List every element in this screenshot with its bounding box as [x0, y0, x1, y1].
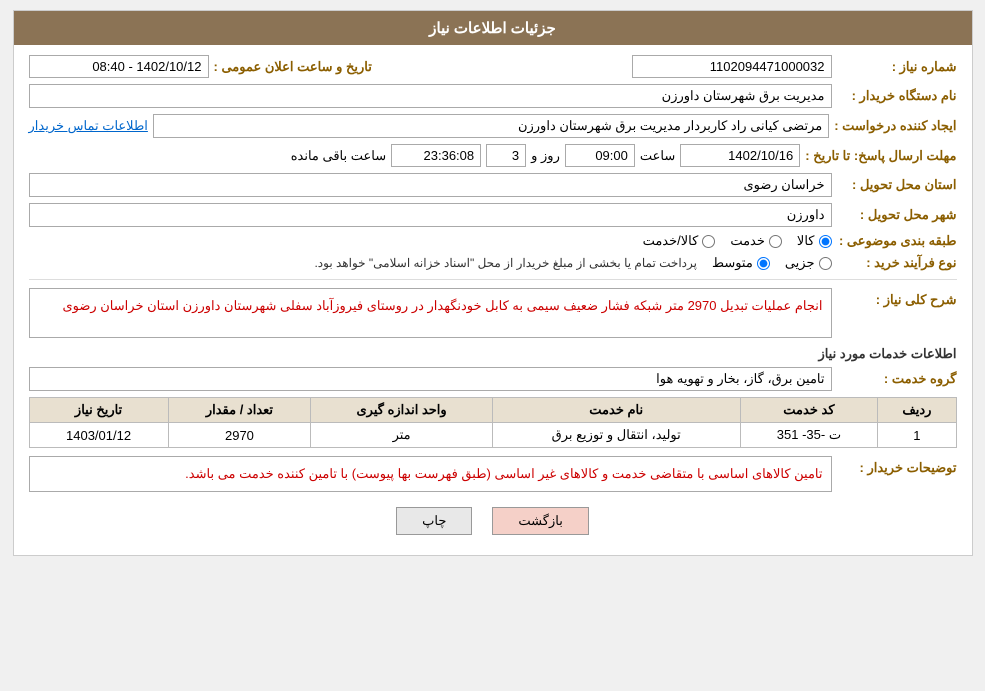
row-tazih: توضیحات خریدار : تامین کالاهای اساسی با …: [29, 456, 957, 492]
cell-radif: 1: [878, 423, 956, 448]
row-sharh: شرح کلی نیاز : انجام عملیات تبدیل 2970 م…: [29, 288, 957, 338]
bazgasht-button[interactable]: بازگشت: [492, 507, 588, 535]
col-nam: نام خدمت: [492, 398, 740, 423]
tabaqe-kala-radio[interactable]: [819, 235, 832, 248]
tabaqe-kala-label: کالا: [797, 233, 815, 249]
farayand-radio-group: جزیی متوسط: [712, 255, 832, 271]
noe-farayand-label: نوع فرآیند خرید :: [837, 255, 957, 271]
cell-kodKhadamat: ت -35- 351: [740, 423, 878, 448]
row-ostan: استان محل تحویل : خراسان رضوی: [29, 173, 957, 197]
tabaqe-khadamat-label: خدمت: [730, 233, 765, 249]
sharh-value: انجام عملیات تبدیل 2970 متر شبکه فشار ضع…: [29, 288, 832, 338]
motevaset-item: متوسط: [712, 255, 770, 271]
tabaqe-kala-item: کالا: [797, 233, 832, 249]
col-tedad: تعداد / مقدار: [168, 398, 311, 423]
row-noe-farayand: نوع فرآیند خرید : جزیی متوسط پرداخت تمام…: [29, 255, 957, 271]
tabaqe-kala-khadamat-radio[interactable]: [702, 235, 715, 248]
cell-tedadMeghdar: 2970: [168, 423, 311, 448]
motevaset-label: متوسط: [712, 255, 753, 271]
shomare-niaz-label: شماره نیاز :: [837, 59, 957, 75]
tabaqe-khadamat-item: خدمت: [730, 233, 782, 249]
khadamat-section-title: اطلاعات خدمات مورد نیاز: [29, 346, 957, 362]
farayand-notice: پرداخت تمام یا بخشی از مبلغ خریدار از مح…: [314, 256, 697, 270]
cell-tarikhNiaz: 1403/01/12: [29, 423, 168, 448]
services-table: ردیف کد خدمت نام خدمت واحد اندازه گیری ت…: [29, 397, 957, 448]
chap-button[interactable]: چاپ: [396, 507, 472, 535]
table-row: 1ت -35- 351تولید، انتقال و توزیع برقمتر2…: [29, 423, 956, 448]
cell-namKhadamat: تولید، انتقال و توزیع برق: [492, 423, 740, 448]
saat-label: ساعت: [640, 148, 675, 164]
nam-dastgah-label: نام دستگاه خریدار :: [837, 88, 957, 104]
col-kod: کد خدمت: [740, 398, 878, 423]
goroh-label: گروه خدمت :: [837, 371, 957, 387]
row-goroh: گروه خدمت : تامین برق، گاز، بخار و تهویه…: [29, 367, 957, 391]
jazee-label: جزیی: [785, 255, 815, 271]
tazih-value: تامین کالاهای اساسی با متقاضی خدمت و کال…: [29, 456, 832, 492]
row-shahr: شهر محل تحویل : داورزن: [29, 203, 957, 227]
row-ijad-konande: ایجاد کننده درخواست : مرتضی کیانی راد کا…: [29, 114, 957, 138]
tabaqe-label: طبقه بندی موضوعی :: [837, 233, 957, 249]
mohlat-label: مهلت ارسال پاسخ: تا تاریخ :: [805, 148, 956, 164]
col-radif: ردیف: [878, 398, 956, 423]
etelaaat-tamas-link[interactable]: اطلاعات تماس خریدار: [29, 118, 148, 134]
saat-baghimande-label: ساعت باقی مانده: [291, 148, 386, 164]
saat-value: 09:00: [565, 144, 635, 167]
tabaqe-radio-group: کالا خدمت کالا/خدمت: [643, 233, 832, 249]
row-mohlat: مهلت ارسال پاسخ: تا تاریخ : 1402/10/16 س…: [29, 144, 957, 167]
ijad-konande-value: مرتضی کیانی راد کاربردار مدیریت برق شهرس…: [153, 114, 829, 138]
page-title: جزئیات اطلاعات نیاز: [429, 20, 556, 37]
row-shomare-tarikh: شماره نیاز : 1102094471000032 تاریخ و سا…: [29, 55, 957, 78]
ijad-konande-label: ایجاد کننده درخواست :: [834, 118, 956, 134]
tabaqe-kala-khadamat-label: کالا/خدمت: [643, 233, 699, 249]
tabaqe-kala-khadamat-item: کالا/خدمت: [643, 233, 716, 249]
baghimande-value: 23:36:08: [391, 144, 481, 167]
row-nam-dastgah: نام دستگاه خریدار : مدیریت برق شهرستان د…: [29, 84, 957, 108]
jazee-item: جزیی: [785, 255, 832, 271]
cell-vahadAndaze: متر: [311, 423, 493, 448]
tabaqe-khadamat-radio[interactable]: [769, 235, 782, 248]
row-tabaqe: طبقه بندی موضوعی : کالا خدمت کالا/خدمت: [29, 233, 957, 249]
tarikh-elan-value: 1402/10/12 - 08:40: [29, 55, 209, 78]
page-header: جزئیات اطلاعات نیاز: [14, 11, 972, 45]
buttons-row: بازگشت چاپ: [29, 507, 957, 535]
ostan-label: استان محل تحویل :: [837, 177, 957, 193]
ostan-value: خراسان رضوی: [29, 173, 832, 197]
motevaset-radio[interactable]: [757, 257, 770, 270]
shahr-value: داورزن: [29, 203, 832, 227]
nam-dastgah-value: مدیریت برق شهرستان داورزن: [29, 84, 832, 108]
sharh-label: شرح کلی نیاز :: [837, 288, 957, 308]
rooz-label: روز و: [531, 148, 560, 164]
shomare-niaz-value: 1102094471000032: [632, 55, 832, 78]
mohlat-date-value: 1402/10/16: [680, 144, 800, 167]
tazih-label: توضیحات خریدار :: [837, 456, 957, 476]
page-wrapper: جزئیات اطلاعات نیاز شماره نیاز : 1102094…: [13, 10, 973, 556]
shahr-label: شهر محل تحویل :: [837, 207, 957, 223]
col-tarikh: تاریخ نیاز: [29, 398, 168, 423]
content-area: شماره نیاز : 1102094471000032 تاریخ و سا…: [14, 45, 972, 555]
goroh-value: تامین برق، گاز، بخار و تهویه هوا: [29, 367, 832, 391]
jazee-radio[interactable]: [819, 257, 832, 270]
rooz-value: 3: [486, 144, 526, 167]
tarikh-elan-label: تاریخ و ساعت اعلان عمومی :: [214, 59, 372, 75]
col-vahad: واحد اندازه گیری: [311, 398, 493, 423]
